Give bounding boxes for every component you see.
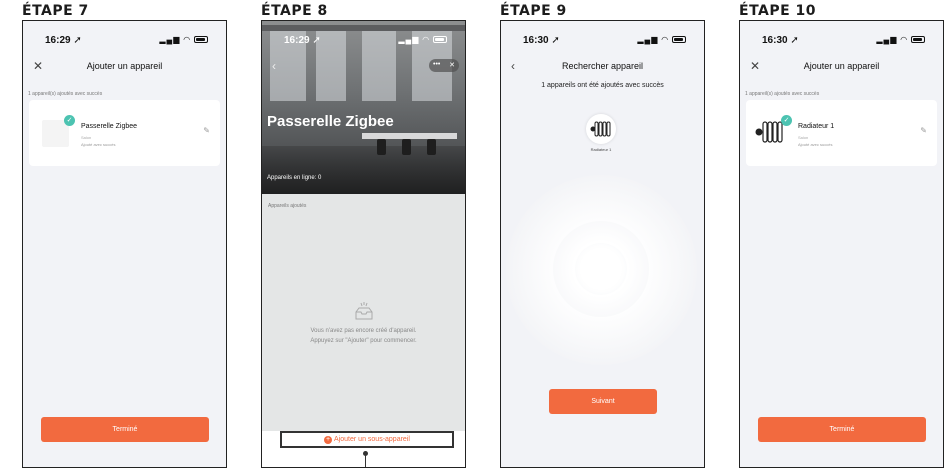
device-room: Salon [798, 135, 809, 140]
phone-screen-step-10: 16:30 ➚ ▂▄▆ ◠ ✕ Ajouter un appareil 1 ap… [739, 20, 944, 468]
status-bar: 16:30 ➚ ▂▄▆ ◠ [740, 35, 943, 49]
status-bar: 16:30 ➚ ▂▄▆ ◠ [501, 35, 704, 49]
location-icon: ➚ [73, 35, 82, 46]
location-icon: ➚ [312, 35, 321, 46]
status-time: 16:29 ➚ [45, 35, 82, 46]
battery-icon [433, 36, 447, 44]
hero-menu: ••• ✕ [429, 59, 459, 72]
battery-icon [672, 36, 686, 44]
success-check-icon: ✓ [64, 115, 75, 126]
step-7-title: ÉTAPE 7 [22, 3, 89, 19]
step-10-title: ÉTAPE 10 [739, 3, 817, 19]
status-icons: ▂▄▆ ◠ [159, 35, 208, 44]
search-result-header: 1 appareils ont été ajoutés avec succès [541, 82, 664, 89]
wifi-icon: ◠ [900, 35, 908, 44]
phone-screen-step-9: 16:30 ➚ ▂▄▆ ◠ ‹ Rechercher appareil 1 ap… [500, 20, 705, 468]
plus-icon: + [324, 436, 333, 444]
status-time: 16:29 ➚ [284, 35, 321, 46]
empty-box-icon [355, 302, 373, 320]
status-icons: ▂▄▆ ◠ [876, 35, 925, 44]
page-title: Rechercher appareil [561, 61, 644, 71]
gateway-title: Passerelle Zigbee [267, 113, 394, 130]
status-icons: ▂▄▆ ◠ [637, 35, 686, 44]
status-icons: ▂▄▆ ◠ [398, 35, 447, 44]
edit-icon[interactable]: ✎ [920, 126, 927, 135]
phone-screen-step-8: 16:29 ➚ ▂▄▆ ◠ ‹ ••• ✕ Passerelle Zigbee … [261, 20, 466, 468]
bottom-bar: + Ajouter un sous-appareil [262, 431, 465, 467]
radiator-icon [590, 121, 611, 137]
done-button[interactable]: Terminé [758, 417, 926, 442]
device-card[interactable]: ✓ Radiateur 1 Salon Ajouté avec succès ✎ [746, 100, 937, 166]
success-caption: 1 appareil(s) ajoutés avec succès [745, 91, 820, 97]
step-9-title: ÉTAPE 9 [500, 3, 567, 19]
status-bar: 16:29 ➚ ▂▄▆ ◠ [262, 35, 465, 49]
step-8-title: ÉTAPE 8 [261, 3, 328, 19]
page-title: Ajouter un appareil [803, 61, 880, 71]
nav-bar: ‹ Rechercher appareil [501, 59, 704, 77]
device-room: Salon [81, 135, 92, 140]
nav-bar: ✕ Ajouter un appareil [740, 59, 943, 77]
added-devices-label: Appareils ajoutés [268, 203, 307, 209]
more-icon[interactable]: ••• [433, 58, 440, 71]
back-icon[interactable]: ‹ [272, 59, 276, 73]
add-sub-device-button[interactable]: + Ajouter un sous-appareil [280, 431, 454, 448]
location-icon: ➚ [790, 35, 799, 46]
signal-icon: ▂▄▆ [876, 35, 898, 44]
device-status: Ajouté avec succès [798, 142, 833, 147]
wifi-icon: ◠ [661, 35, 669, 44]
phone-screen-step-7: 16:29 ➚ ▂▄▆ ◠ ✕ Ajouter un appareil 1 ap… [22, 20, 227, 468]
success-check-icon: ✓ [781, 115, 792, 126]
close-icon[interactable]: ✕ [449, 59, 455, 72]
signal-icon: ▂▄▆ [398, 35, 420, 44]
status-time: 16:30 ➚ [762, 35, 799, 46]
device-name: Passerelle Zigbee [81, 123, 138, 130]
device-status: Ajouté avec succès [81, 142, 116, 147]
device-name: Radiateur 1 [798, 123, 835, 130]
device-card[interactable]: ✓ Passerelle Zigbee Salon Ajouté avec su… [29, 100, 220, 166]
status-bar: 16:29 ➚ ▂▄▆ ◠ [23, 35, 226, 49]
battery-icon [911, 36, 925, 44]
next-button[interactable]: Suivant [549, 389, 657, 414]
status-time: 16:30 ➚ [523, 35, 560, 46]
online-devices-count: Appareils en ligne: 0 [267, 175, 322, 181]
done-button[interactable]: Terminé [41, 417, 209, 442]
battery-icon [194, 36, 208, 44]
page-title: Ajouter un appareil [86, 61, 163, 71]
edit-icon[interactable]: ✎ [203, 126, 210, 135]
empty-state-text: Vous n'avez pas encore créé d'appareil. … [310, 328, 417, 344]
signal-icon: ▂▄▆ [637, 35, 659, 44]
found-device-label: Radiateur 1 [590, 147, 612, 152]
nav-bar: ✕ Ajouter un appareil [23, 59, 226, 77]
location-icon: ➚ [551, 35, 560, 46]
wifi-icon: ◠ [183, 35, 191, 44]
signal-icon: ▂▄▆ [159, 35, 181, 44]
success-caption: 1 appareil(s) ajoutés avec succès [28, 91, 103, 97]
found-device[interactable] [586, 114, 616, 144]
wifi-icon: ◠ [422, 35, 430, 44]
